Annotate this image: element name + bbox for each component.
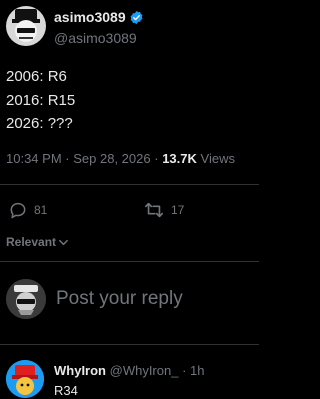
verified-badge-icon xyxy=(130,10,143,24)
post-text-line: 2006: R6 xyxy=(6,68,67,85)
views-label: Views xyxy=(200,151,235,166)
reply-placeholder[interactable]: Post your reply xyxy=(56,287,183,311)
repost-stat-button[interactable]: 17 xyxy=(143,200,184,220)
post-text-line: 2016: R15 xyxy=(6,91,76,109)
reply-header: WhyIron @WhyIron_ · 1h xyxy=(54,363,205,379)
sort-dropdown[interactable]: Relevant xyxy=(6,235,69,249)
reply-author-name[interactable]: WhyIron xyxy=(54,363,106,378)
post-text: 2006: R6 2016: R15 2026: ??? xyxy=(6,65,254,136)
post-time[interactable]: 10:34 PM xyxy=(6,151,62,166)
reply-count: 81 xyxy=(34,203,48,217)
views-count[interactable]: 13.7K xyxy=(162,151,197,166)
author-avatar[interactable] xyxy=(6,6,46,46)
reply-stat-button[interactable]: 81 xyxy=(8,200,47,220)
meta-separator: · xyxy=(65,151,70,166)
post-date[interactable]: Sep 28, 2026 xyxy=(73,151,150,166)
meta-separator: · xyxy=(154,151,159,166)
sort-label: Relevant xyxy=(6,235,57,249)
post-text-line: 2026: ??? xyxy=(6,115,73,132)
post-header: asimo3089 @asimo3089 xyxy=(0,0,259,56)
divider xyxy=(0,184,259,185)
repost-arrows-icon xyxy=(145,202,163,218)
reply-tweet[interactable]: WhyIron @WhyIron_ · 1h R34 xyxy=(0,352,259,398)
reply-separator: · xyxy=(182,363,187,378)
reply-author-handle[interactable]: @WhyIron_ xyxy=(110,363,179,378)
author-handle[interactable]: @asimo3089 xyxy=(54,30,137,46)
reply-author-avatar[interactable] xyxy=(6,360,44,398)
user-avatar[interactable] xyxy=(6,279,46,319)
reply-time[interactable]: 1h xyxy=(190,363,204,378)
reply-text: R34 xyxy=(54,383,78,398)
divider xyxy=(0,344,259,345)
repost-count: 17 xyxy=(171,203,185,217)
reply-composer[interactable]: Post your reply xyxy=(0,262,259,344)
author-name[interactable]: asimo3089 xyxy=(54,9,126,25)
post-meta: 10:34 PM · Sep 28, 2026 · 13.7K Views xyxy=(6,150,235,168)
reply-bubble-icon xyxy=(10,202,26,219)
chevron-down-icon xyxy=(59,239,68,245)
